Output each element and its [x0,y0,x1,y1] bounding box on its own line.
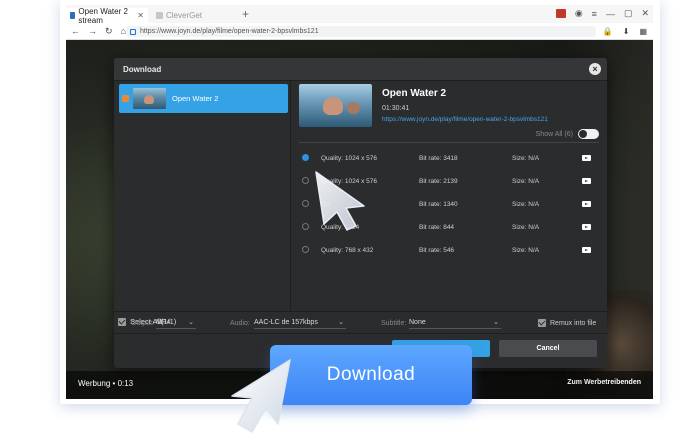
download-queue: Open Water 2 Select All(1/1) [114,81,291,326]
mouse-pointer-icon [231,359,291,433]
address-url: https://www.joyn.de/play/filme/open-wate… [140,28,319,35]
mouse-pointer-icon [315,171,365,231]
site-favicon-icon [70,12,76,19]
queue-item[interactable]: Open Water 2 [119,84,288,113]
tab-cleverget[interactable]: CleverGet [152,8,236,23]
subtitle-value: None [409,319,426,326]
cleverget-favicon-icon [156,12,163,19]
show-all-toggle[interactable]: Show All (6) [536,129,599,139]
quality-size: Size: N/A [512,201,540,208]
maximize-icon[interactable]: ▢ [624,8,633,19]
dialog-header: Download × [114,58,607,81]
quality-size: Size: N/A [512,224,540,231]
quality-resolution: Quality: 1024 x 576 [321,155,378,162]
preview-play-icon[interactable] [582,224,591,230]
lock-icon [130,28,136,35]
quality-radio[interactable] [302,200,309,207]
video-thumbnail [299,84,372,127]
quality-option[interactable]: Quality: 768 x 432 Bit rate: 546 Size: N… [299,242,599,258]
toggle-switch[interactable] [578,129,599,139]
quality-size: Size: N/A [512,247,540,254]
remux-checkbox[interactable]: Remux into file [538,319,596,327]
queue-item-title: Open Water 2 [172,94,219,103]
padlock-icon[interactable]: 🔒 [603,27,613,36]
preview-play-icon[interactable] [582,201,591,207]
quality-size: Size: N/A [512,155,540,162]
remux-label: Remux into file [550,319,597,327]
video-title: Open Water 2 [382,88,447,99]
output-label: Output: [131,320,154,327]
dialog-close-icon[interactable]: × [589,63,601,75]
video-duration: 01:30:41 [382,105,410,112]
promo-stage: Open Water 2 stream ✕ CleverGet + ◉ ≡ — … [0,0,686,439]
preview-play-icon[interactable] [582,247,591,253]
tab-close-icon[interactable]: ✕ [137,11,144,20]
grid-icon[interactable]: ▦ [639,27,647,36]
preview-play-icon[interactable] [582,178,591,184]
output-format-select[interactable]: MP4 ⌄ [156,317,196,329]
download-icon[interactable]: ⬇ [623,27,630,36]
chevron-down-icon: ⌄ [493,319,499,326]
subtitle-label: Subtitle: [381,320,407,327]
video-url-link[interactable]: https://www.joyn.de/play/filme/open-wate… [382,116,548,123]
new-tab-button[interactable]: + [242,7,249,21]
queue-item-checkbox[interactable] [122,95,129,102]
quality-bitrate: Bit rate: 546 [419,247,455,254]
quality-bitrate: Bit rate: 2139 [419,178,458,185]
forward-icon[interactable]: → [88,26,97,37]
window-controls: ◉ ≡ — ▢ ✕ [555,8,649,19]
output-options: Output: MP4 ⌄ Audio: AAC-LC de 157kbps ⌄… [114,311,607,334]
quality-bitrate: Bit rate: 3418 [419,155,458,162]
quality-radio[interactable] [302,246,309,253]
preview-play-icon[interactable] [582,155,591,161]
toolbar-icons: 🔒 ⬇ ▦ [603,27,647,36]
audio-track-value: AAC-LC de 157kbps [254,319,318,326]
address-bar[interactable]: https://www.joyn.de/play/filme/open-wate… [126,26,596,37]
quality-option[interactable]: Quality: 1024 x 576 Bit rate: 3418 Size:… [299,150,599,166]
tab-label: CleverGet [166,11,203,20]
quality-radio[interactable] [302,154,309,161]
minimize-icon[interactable]: — [606,9,615,19]
cancel-button[interactable]: Cancel [499,340,597,357]
audio-track-select[interactable]: AAC-LC de 157kbps ⌄ [254,317,346,329]
chevron-down-icon: ⌄ [338,319,344,326]
quality-bitrate: Bit rate: 844 [419,224,455,231]
quality-bitrate: Bit rate: 1340 [419,201,458,208]
checkbox-icon [538,319,546,327]
advertiser-link[interactable]: Zum Werbetreibenden [567,379,641,386]
chevron-down-icon: ⌄ [188,319,194,326]
quality-size: Size: N/A [512,178,540,185]
ad-countdown: Werbung • 0:13 [78,379,134,388]
gift-icon[interactable] [555,9,566,18]
quality-radio[interactable] [302,177,309,184]
tab-open-water[interactable]: Open Water 2 stream ✕ [66,6,148,25]
tab-bar: Open Water 2 stream ✕ CleverGet + ◉ ≡ — … [66,5,653,25]
subtitle-select[interactable]: None ⌄ [409,317,501,329]
tab-label: Open Water 2 stream [78,6,128,25]
quality-resolution: Quality: 768 x 432 [321,247,374,254]
reload-icon[interactable]: ↻ [105,26,113,37]
show-all-label: Show All (6) [535,130,573,138]
back-icon[interactable]: ← [71,26,80,37]
window-close-icon[interactable]: ✕ [641,8,649,19]
divider [299,142,599,143]
settings-icon[interactable]: ◉ [575,8,583,19]
nav-buttons: ← → ↻ ⌂ [71,26,126,37]
browser-toolbar: ← → ↻ ⌂ https://www.joyn.de/play/filme/o… [66,23,653,40]
output-format-value: MP4 [156,319,171,326]
menu-icon[interactable]: ≡ [592,9,597,19]
queue-thumbnail [133,88,166,109]
quality-radio[interactable] [302,223,309,230]
audio-label: Audio: [230,320,250,327]
dialog-title: Download [123,65,162,74]
